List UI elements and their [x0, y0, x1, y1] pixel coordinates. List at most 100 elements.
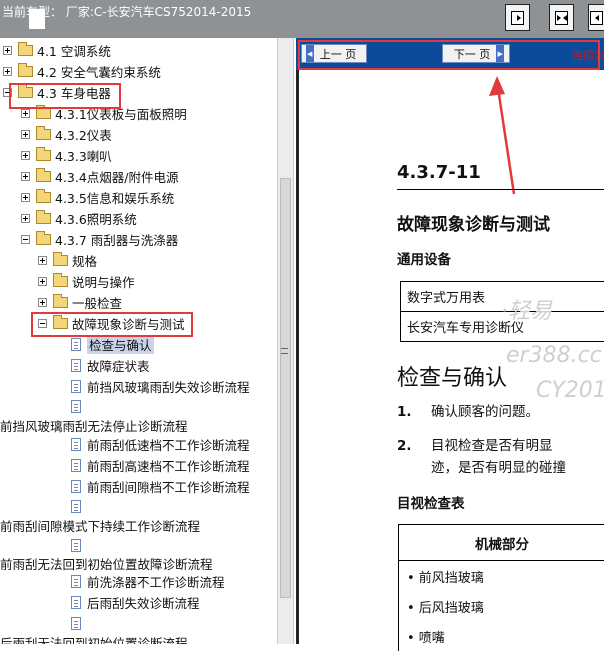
folder-icon	[36, 167, 51, 182]
step-1: 1. 确认顾客的问题。	[397, 404, 539, 420]
tree-doc-item[interactable]	[71, 613, 87, 633]
tree-doc-item[interactable]: 前雨刮高速档不工作诊断流程	[71, 455, 250, 475]
folder-icon	[36, 125, 51, 140]
document-icon	[71, 337, 81, 351]
tree-doc-item[interactable]: 前洗涤器不工作诊断流程	[71, 571, 225, 591]
tree-item-label: 前雨刮间隙模式下持续工作诊断流程	[0, 518, 201, 534]
table-header: 机械部分	[399, 525, 604, 561]
document-icon	[71, 399, 81, 413]
step-2: 2. 目视检查是否有明显	[397, 438, 553, 454]
tree-folder-item[interactable]: 4.3.6照明系统	[21, 208, 137, 228]
single-pane-button[interactable]	[505, 4, 530, 31]
expand-plus-icon[interactable]	[38, 255, 47, 265]
tree-doc-item[interactable]: 前雨刮间隙模式下持续工作诊断流程	[0, 515, 200, 535]
document-icon	[71, 574, 81, 588]
tree-doc-item[interactable]: 前挡风玻璃雨刮失效诊断流程	[71, 376, 250, 396]
watermark: er388.cc	[506, 343, 602, 368]
tree-item-label: 4.1 空调系统	[37, 43, 111, 59]
tree-folder-item[interactable]: 4.3.4点烟器/附件电源	[21, 166, 179, 186]
scrollbar-thumb[interactable]	[280, 178, 291, 598]
tree-item-label: 4.3.5信息和娱乐系统	[55, 190, 175, 206]
document-icon	[71, 499, 81, 513]
table-row: • 喷嘴	[407, 630, 445, 646]
visual-check-heading: 目视检查表	[397, 496, 465, 512]
tree-doc-item[interactable]	[71, 496, 87, 516]
tree-doc-item[interactable]: 检查与确认	[71, 334, 154, 354]
document-icon	[71, 379, 81, 393]
expand-plus-icon[interactable]	[38, 297, 47, 307]
tree-scrollbar[interactable]	[277, 38, 294, 644]
tree-item-label: 4.3.6照明系统	[55, 211, 137, 227]
tree-folder-item[interactable]: 4.2 安全气囊约束系统	[3, 61, 161, 81]
panel-left-button[interactable]	[588, 4, 604, 31]
folder-icon	[53, 251, 68, 266]
tree-doc-item[interactable]: 故障症状表	[71, 355, 150, 375]
splitter-grip-icon[interactable]	[281, 348, 288, 354]
document-viewer: ◀ 上一 页 下一 页 ▶ 当前为 4.3.7-11 故障现象诊断与测试 通用设…	[296, 38, 604, 651]
tree-item-label: 前挡风玻璃雨刮失效诊断流程	[87, 379, 250, 395]
highlight-box-diagnosis	[31, 312, 193, 337]
tree-doc-item[interactable]	[71, 396, 87, 416]
section-divider	[397, 189, 604, 190]
tree-item-label: 前雨刮间隙档不工作诊断流程	[87, 479, 250, 495]
document-icon	[71, 479, 81, 493]
tree-folder-item[interactable]: 4.3.5信息和娱乐系统	[21, 187, 174, 207]
folder-icon	[53, 293, 68, 308]
section-code: 4.3.7-11	[397, 162, 481, 183]
app-toolbar: 当前车型： 厂家:C-长安汽车CS752014-2015	[0, 0, 604, 38]
expand-plus-icon[interactable]	[38, 276, 47, 286]
folder-icon	[18, 41, 33, 56]
document-icon	[71, 595, 81, 609]
watermark: ·轻易	[501, 299, 552, 324]
tree-folder-item[interactable]: 规格	[38, 250, 97, 270]
tree-doc-item[interactable]: 前挡风玻璃雨刮无法停止诊断流程	[0, 415, 188, 435]
equipment-heading: 通用设备	[397, 252, 451, 268]
tree-doc-item[interactable]: 前雨刮间隙档不工作诊断流程	[71, 476, 250, 496]
folder-icon	[36, 104, 51, 119]
expand-plus-icon[interactable]	[21, 108, 30, 118]
highlight-box-4-3	[9, 83, 121, 109]
expand-plus-icon[interactable]	[3, 66, 12, 76]
tree-folder-item[interactable]: 4.3.2仪表	[21, 124, 112, 144]
tree-item-label: 前洗涤器不工作诊断流程	[87, 574, 225, 590]
tree-item-label: 前雨刮低速档不工作诊断流程	[87, 437, 250, 453]
folder-icon	[36, 230, 51, 245]
tree-item-label: 说明与操作	[72, 274, 135, 290]
watermark: CY2016	[536, 378, 604, 403]
tree-item-label: 4.3.4点烟器/附件电源	[55, 169, 179, 185]
expand-plus-icon[interactable]	[21, 129, 30, 139]
tree-folder-item[interactable]: 4.3.7 雨刮器与洗涤器	[21, 229, 178, 249]
tree-doc-item[interactable]	[71, 535, 87, 555]
tree-item-label: 4.3.7 雨刮器与洗涤器	[55, 232, 179, 248]
tree-item-label: 前雨刮高速档不工作诊断流程	[87, 458, 250, 474]
collapse-minus-icon[interactable]	[21, 234, 30, 244]
page-left-border	[296, 70, 299, 644]
tree-item-label: 前挡风玻璃雨刮无法停止诊断流程	[0, 418, 188, 434]
tree-doc-item[interactable]: 前雨刮无法回到初始位置故障诊断流程	[0, 553, 213, 573]
expand-plus-icon[interactable]	[21, 171, 30, 181]
tree-item-label: 后雨刮失效诊断流程	[87, 595, 200, 611]
tree-item-label: 检查与确认	[87, 334, 154, 354]
expand-plus-icon[interactable]	[21, 150, 30, 160]
tree-item-label: 前雨刮无法回到初始位置故障诊断流程	[0, 556, 213, 572]
navigation-tree: 4.1 空调系统 4.2 安全气囊约束系统 4.3 车身电器 4.3.1仪表板与面板照…	[0, 38, 277, 644]
tree-folder-item[interactable]: 4.3.3喇叭	[21, 145, 112, 165]
tree-doc-item[interactable]: 前雨刮低速档不工作诊断流程	[71, 434, 250, 454]
split-pane-button[interactable]	[549, 4, 574, 31]
table-row: • 前风挡玻璃	[407, 570, 484, 586]
document-icon	[71, 358, 81, 372]
tree-item-label: 后雨刮无法回到初始位置诊断流程	[0, 635, 188, 645]
expand-plus-icon[interactable]	[3, 45, 12, 55]
tree-doc-item[interactable]: 后雨刮失效诊断流程	[71, 592, 200, 612]
expand-plus-icon[interactable]	[21, 213, 30, 223]
tree-doc-item[interactable]: 后雨刮无法回到初始位置诊断流程	[0, 632, 188, 645]
step-2-continued: 迹，是否有明显的碰撞	[431, 460, 566, 476]
expand-plus-icon[interactable]	[21, 192, 30, 202]
tree-item-label: 一般检查	[72, 295, 123, 311]
folder-icon	[18, 62, 33, 77]
section-title: 故障现象诊断与测试	[397, 215, 550, 235]
document-icon	[71, 538, 81, 552]
tree-folder-item[interactable]: 4.1 空调系统	[3, 40, 111, 60]
tree-folder-item[interactable]: 一般检查	[38, 292, 122, 312]
tree-folder-item[interactable]: 说明与操作	[38, 271, 135, 291]
